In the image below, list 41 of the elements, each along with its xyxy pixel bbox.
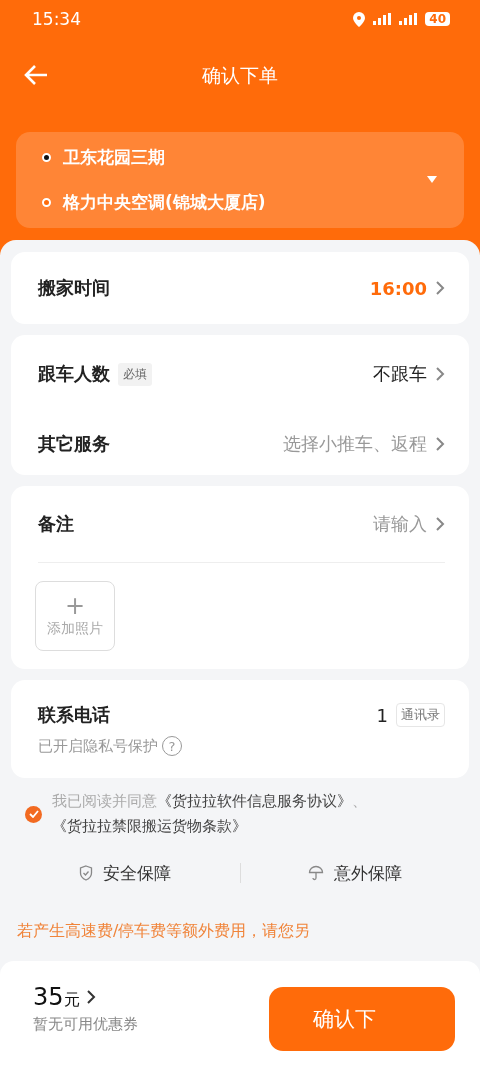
page-title: 确认下单 [202, 63, 278, 88]
back-arrow-icon [24, 64, 48, 86]
row-label: 跟车人数 [38, 362, 110, 386]
chevron-icon [435, 436, 445, 452]
row-label: 其它服务 [38, 432, 110, 456]
shield-icon [79, 865, 94, 881]
signal-icon [373, 13, 392, 25]
agree-checkbox[interactable] [25, 805, 42, 823]
guarantee-link[interactable]: 安全保障 [103, 861, 172, 885]
agreement-link[interactable]: 《货拉拉禁限搬运货物条款》 [52, 817, 247, 835]
row-value[interactable]: 不跟车 [373, 362, 427, 386]
chevron-icon [435, 280, 445, 296]
stop-name: 格力中央空调(锦城大厦店) [63, 191, 266, 214]
guarantee-link[interactable]: 意外保障 [333, 861, 402, 885]
price-text[interactable]: 35元 [33, 983, 80, 1011]
check-icon [28, 810, 39, 818]
agreement-link[interactable]: 《货拉拉软件信息服务协议》 [157, 792, 352, 810]
row-label: 搬家时间 [38, 276, 110, 300]
chevron-icon [435, 516, 445, 532]
status-time: 15:34 [32, 9, 81, 29]
battery-level: 40 [425, 12, 450, 26]
chevron-icon [85, 989, 96, 1005]
row-label: 备注 [38, 512, 74, 536]
fee-notice: 若产生高速费/停车费等额外费用，请您另 [16, 920, 312, 942]
signal-icon [399, 13, 418, 25]
chevron-icon [435, 366, 445, 382]
time-value: 16:00 [369, 277, 427, 299]
row-label: 联系电话 [38, 703, 110, 727]
contacts-button[interactable]: 通讯录 [396, 703, 445, 727]
time-card[interactable]: 搬家时间 16:00 [11, 252, 469, 324]
privacy-note: 已开启隐私号保护 [38, 736, 158, 756]
agreement-text: 我已阅读并同意《货拉拉软件信息服务协议》、 《货拉拉禁限搬运货物条款》 [52, 791, 368, 837]
phone-value[interactable]: 1 [376, 704, 388, 726]
location-icon [353, 11, 366, 27]
stop-dot [42, 153, 51, 162]
stop-name: 卫东花园三期 [63, 146, 165, 169]
stop-dot [42, 198, 51, 207]
umbrella-icon [307, 865, 324, 881]
caret-icon[interactable] [426, 175, 438, 185]
coupon-note: 暂无可用优惠券 [33, 1015, 138, 1034]
required-tag: 必填 [118, 362, 152, 386]
